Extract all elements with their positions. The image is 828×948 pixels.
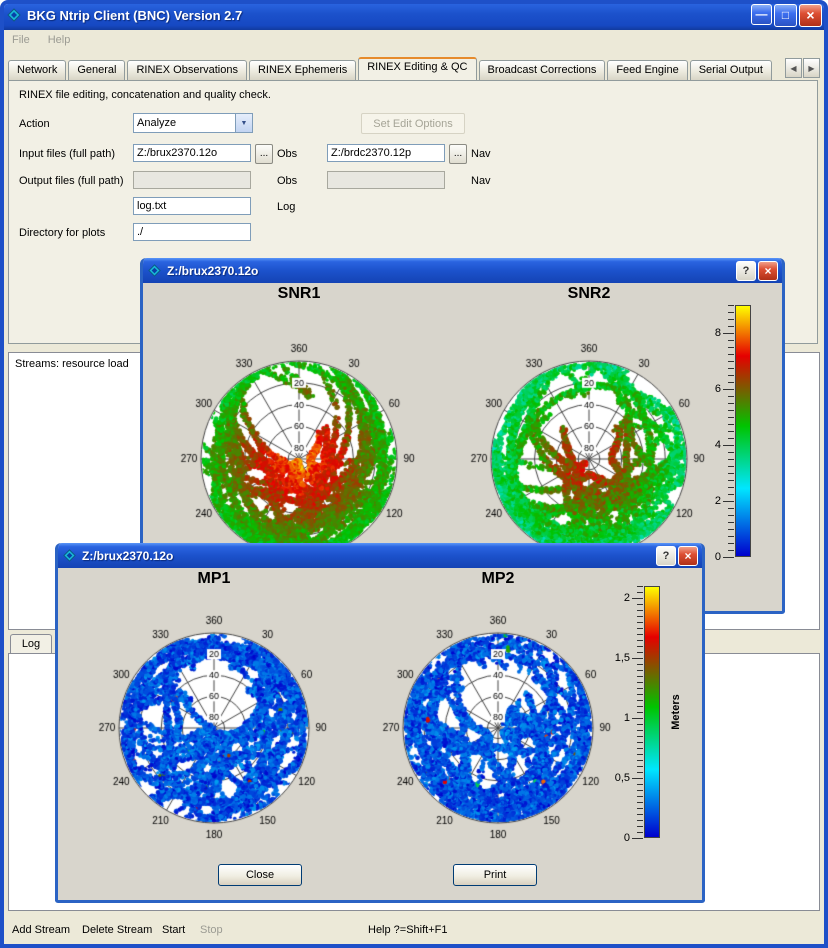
- streams-header: Streams: resource load: [15, 358, 129, 370]
- tab-rinex-observations[interactable]: RINEX Observations: [127, 60, 246, 80]
- close-plot-button[interactable]: Close: [218, 864, 302, 886]
- output-files-label: Output files (full path): [19, 175, 124, 187]
- log-file-field[interactable]: [133, 197, 251, 215]
- colorbar-tick-label: 1,5: [608, 652, 630, 664]
- start-button[interactable]: Start: [162, 924, 185, 936]
- tab-scroll-left-icon[interactable]: ◀: [785, 58, 802, 78]
- panel-description: RINEX file editing, concatenation and qu…: [19, 89, 271, 101]
- dialog-help-icon[interactable]: ?: [736, 261, 756, 281]
- maximize-icon[interactable]: □: [774, 4, 797, 27]
- print-plot-button[interactable]: Print: [453, 864, 537, 886]
- tab-broadcast-corrections[interactable]: Broadcast Corrections: [479, 60, 606, 80]
- skyplot-mp1: [74, 592, 354, 854]
- tab-serial-output[interactable]: Serial Output: [690, 60, 772, 80]
- colorbar-gradient: [735, 305, 751, 557]
- colorbar-tick-label: 0: [608, 832, 630, 844]
- tab-scroll-buttons: ◀ ▶: [785, 58, 820, 78]
- output-nav-field: [327, 171, 445, 189]
- plot-title-mp2: MP2: [358, 570, 638, 592]
- colorbar-tick-label: 6: [699, 383, 721, 395]
- obs-label: Obs: [277, 148, 297, 160]
- colorbar-tick-label: 2: [608, 592, 630, 604]
- status-bar: Add Stream Delete Stream Start Stop Help…: [4, 918, 824, 944]
- mp-dialog-title: Z:/brux2370.12o: [82, 549, 654, 563]
- input-files-label: Input files (full path): [19, 148, 115, 160]
- menu-file[interactable]: File: [12, 34, 30, 46]
- input-obs-field[interactable]: [133, 144, 251, 162]
- stop-button[interactable]: Stop: [200, 924, 223, 936]
- browse-nav-button[interactable]: ...: [449, 144, 467, 164]
- tab-log[interactable]: Log: [10, 634, 52, 654]
- menubar: File Help: [4, 30, 828, 50]
- colorbar-gradient: [644, 586, 660, 838]
- dialog-app-icon: [62, 548, 78, 564]
- tab-bar: NetworkGeneralRINEX ObservationsRINEX Ep…: [8, 56, 820, 80]
- plot-title-snr1: SNR1: [159, 285, 439, 307]
- snr-colorbar: 86420: [709, 305, 785, 557]
- tab-feed-engine[interactable]: Feed Engine: [607, 60, 687, 80]
- plots-dir-field[interactable]: [133, 223, 251, 241]
- tab-network[interactable]: Network: [8, 60, 66, 80]
- plot-title-snr2: SNR2: [449, 285, 729, 307]
- tab-rinex-editing-qc[interactable]: RINEX Editing & QC: [358, 57, 476, 80]
- menu-help[interactable]: Help: [48, 34, 71, 46]
- action-combobox[interactable]: Analyze ▼: [133, 113, 253, 133]
- app-window: BKG Ntrip Client (BNC) Version 2.7 — □ ×…: [0, 0, 828, 948]
- colorbar-tick-label: 0,5: [608, 772, 630, 784]
- plot-title-mp1: MP1: [74, 570, 354, 592]
- tab-scroll-right-icon[interactable]: ▶: [803, 58, 820, 78]
- colorbar-tick-label: 8: [699, 327, 721, 339]
- log-label: Log: [277, 201, 295, 213]
- tab-strip: NetworkGeneralRINEX ObservationsRINEX Ep…: [8, 56, 783, 80]
- output-obs-label: Obs: [277, 175, 297, 187]
- mp-dialog-titlebar[interactable]: Z:/brux2370.12o ? ×: [58, 543, 702, 568]
- titlebar[interactable]: BKG Ntrip Client (BNC) Version 2.7 — □ ×: [0, 0, 828, 30]
- dialog-close-icon[interactable]: ×: [678, 546, 698, 566]
- app-icon: [6, 7, 22, 23]
- nav-label: Nav: [471, 148, 491, 160]
- skyplot-mp2: [358, 592, 638, 854]
- input-nav-field[interactable]: [327, 144, 445, 162]
- delete-stream-button[interactable]: Delete Stream: [82, 924, 152, 936]
- window-title: BKG Ntrip Client (BNC) Version 2.7: [27, 8, 751, 23]
- dialog-app-icon: [147, 263, 163, 279]
- mp-dialog-body: MP1 MP2 21,510,50Meters Close Print: [58, 568, 702, 900]
- colorbar-tick-label: 4: [699, 439, 721, 451]
- dialog-help-icon[interactable]: ?: [656, 546, 676, 566]
- minimize-icon[interactable]: —: [751, 4, 772, 25]
- window-controls: — □ ×: [751, 4, 822, 27]
- dialog-close-icon[interactable]: ×: [758, 261, 778, 281]
- colorbar-tick-label: 1: [608, 712, 630, 724]
- browse-obs-button[interactable]: ...: [255, 144, 273, 164]
- colorbar-tick-label: 2: [699, 495, 721, 507]
- colorbar-unit-label: Meters: [670, 694, 682, 729]
- mp-plot-window: Z:/brux2370.12o ? × MP1 MP2 21,510,50Met…: [55, 543, 705, 903]
- tab-rinex-ephemeris[interactable]: RINEX Ephemeris: [249, 60, 356, 80]
- add-stream-button[interactable]: Add Stream: [12, 924, 70, 936]
- tab-general[interactable]: General: [68, 60, 125, 80]
- snr-dialog-titlebar[interactable]: Z:/brux2370.12o ? ×: [143, 258, 782, 283]
- mp-colorbar: 21,510,50Meters: [618, 586, 705, 838]
- help-shortcut-label: Help ?=Shift+F1: [368, 924, 448, 936]
- action-label: Action: [19, 118, 50, 130]
- close-icon[interactable]: ×: [799, 4, 822, 27]
- set-edit-options-button[interactable]: Set Edit Options: [361, 113, 465, 134]
- output-nav-label: Nav: [471, 175, 491, 187]
- plots-dir-label: Directory for plots: [19, 227, 105, 239]
- output-obs-field: [133, 171, 251, 189]
- snr-dialog-title: Z:/brux2370.12o: [167, 264, 734, 278]
- action-value: Analyze: [134, 117, 235, 129]
- chevron-down-icon: ▼: [235, 114, 252, 132]
